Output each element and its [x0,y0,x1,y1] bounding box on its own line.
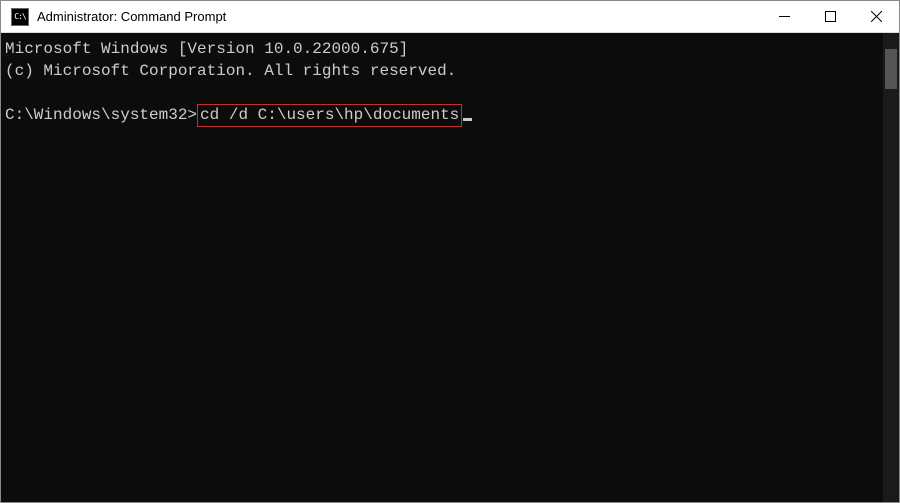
window-title: Administrator: Command Prompt [37,9,761,24]
terminal-output[interactable]: Microsoft Windows [Version 10.0.22000.67… [1,33,883,502]
typed-command: cd /d C:\users\hp\documents [200,106,459,124]
window-controls [761,1,899,32]
banner-line: Microsoft Windows [Version 10.0.22000.67… [5,40,408,58]
terminal-area: Microsoft Windows [Version 10.0.22000.67… [1,33,899,502]
scroll-thumb[interactable] [885,49,897,89]
titlebar[interactable]: C:\ Administrator: Command Prompt [1,1,899,33]
banner-line: (c) Microsoft Corporation. All rights re… [5,62,456,80]
command-highlight: cd /d C:\users\hp\documents [197,104,462,128]
text-cursor [463,118,472,121]
cmd-window: C:\ Administrator: Command Prompt Micros… [0,0,900,503]
prompt: C:\Windows\system32> [5,106,197,124]
app-icon: C:\ [11,8,29,26]
close-button[interactable] [853,1,899,32]
maximize-button[interactable] [807,1,853,32]
minimize-button[interactable] [761,1,807,32]
vertical-scrollbar[interactable] [883,33,899,502]
